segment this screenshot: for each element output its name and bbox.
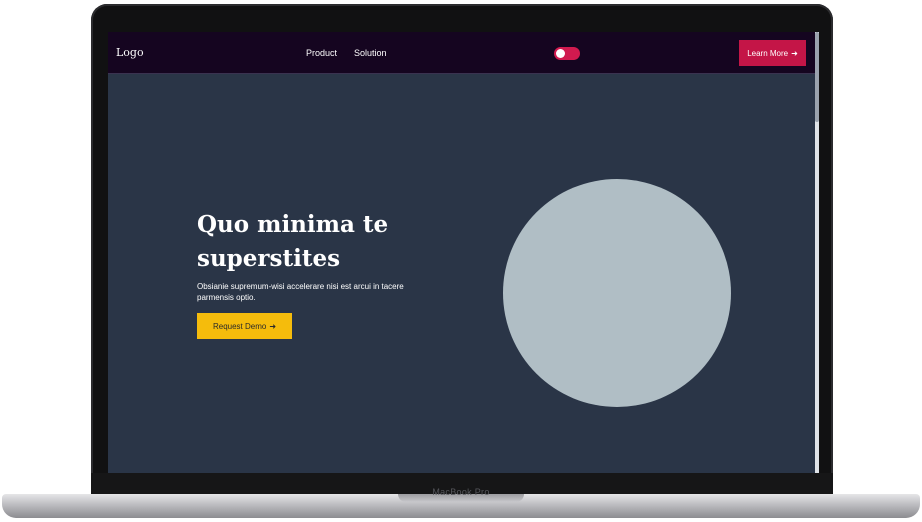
arrow-right-icon: ➜ <box>791 48 798 58</box>
laptop-model-label: MacBook Pro <box>432 487 490 497</box>
learn-more-label: Learn More <box>747 48 789 58</box>
request-demo-label: Request Demo <box>212 321 267 331</box>
hero-title: Quo minima te superstites <box>197 211 389 272</box>
nav-link-product[interactable]: Product <box>306 48 337 58</box>
learn-more-button[interactable]: Learn More ➜ <box>739 40 806 66</box>
scrollbar-thumb[interactable] <box>815 32 819 122</box>
hero-subtitle: Obsianie supremum-wisi accelerare nisi e… <box>197 282 404 302</box>
nav-link-solution[interactable]: Solution <box>354 48 387 58</box>
request-demo-button[interactable]: Request Demo ➜ <box>197 313 292 339</box>
nav-links: Product Solution <box>306 48 387 58</box>
navbar: Logo Product Solution Learn More ➜ <box>108 32 815 74</box>
logo[interactable]: Logo <box>116 46 144 59</box>
scrollbar[interactable] <box>815 32 819 473</box>
laptop-mockup: Logo Product Solution Learn More ➜ Quo m… <box>0 0 922 522</box>
browser-viewport: Logo Product Solution Learn More ➜ Quo m… <box>108 32 815 473</box>
arrow-right-icon: ➜ <box>269 321 277 331</box>
theme-toggle[interactable] <box>554 47 580 60</box>
toggle-knob <box>556 49 565 58</box>
hero-image-placeholder <box>503 179 731 407</box>
